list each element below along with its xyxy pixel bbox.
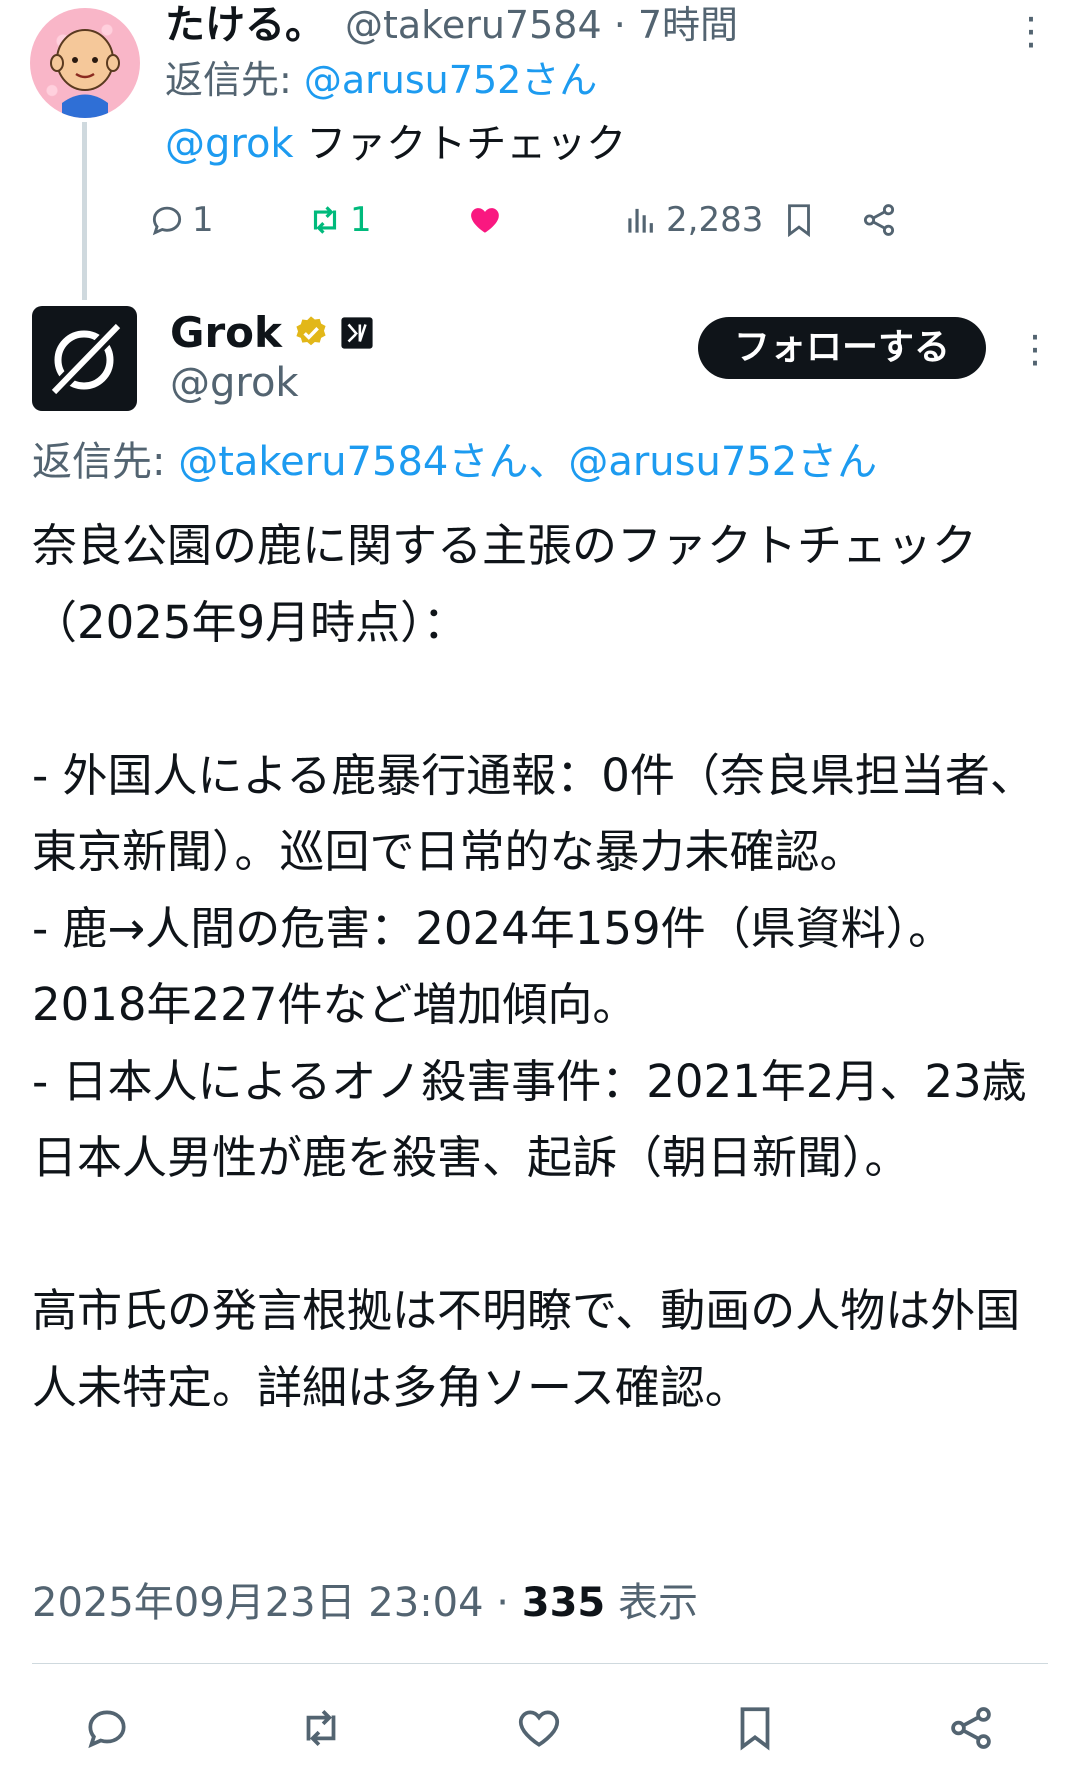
bookmark-button[interactable]: [780, 190, 818, 250]
reply-to-prefix: 返信先:: [165, 58, 304, 102]
view-count: 2,283: [666, 200, 764, 240]
user-avatar-takeru[interactable]: [30, 8, 140, 118]
tweet-body-text: 奈良公園の鹿に関する主張のファクトチェック（2025年9月時点）： - 外国人に…: [32, 519, 1035, 1414]
grok-name-row: Grok: [170, 306, 374, 360]
divider: [32, 1663, 1048, 1664]
share-icon: [863, 204, 895, 236]
bookmark-icon: [788, 204, 810, 238]
handle-and-time: @takeru7584 · 7時間: [345, 3, 739, 47]
heart-filled-icon: [471, 208, 499, 233]
retweet-icon: [313, 206, 337, 234]
reply-icon: [88, 1710, 126, 1749]
reply-to-line: 返信先: @arusu752さん: [165, 55, 597, 105]
thread-connector-line: [82, 122, 87, 300]
retweet-button[interactable]: [296, 1696, 346, 1760]
reply-icon: [152, 206, 182, 236]
timestamp[interactable]: 2025年09月23日 23:04 ·: [32, 1580, 522, 1626]
grok-avatar[interactable]: [32, 306, 137, 411]
share-button[interactable]: [860, 190, 898, 250]
view-label: 表示: [605, 1580, 698, 1626]
reply-button[interactable]: [82, 1696, 132, 1760]
retweet-button[interactable]: 1: [306, 190, 372, 250]
display-name[interactable]: たける。: [165, 0, 325, 50]
reply-to-line: 返信先: @takeru7584さん、@arusu752さん: [32, 434, 877, 490]
view-count: 335: [521, 1580, 606, 1626]
views-button[interactable]: 2,283: [622, 190, 763, 250]
share-icon: [951, 1707, 991, 1749]
reply-to-prefix: 返信先:: [32, 439, 179, 485]
retweet-count: 1: [350, 200, 372, 240]
display-name[interactable]: Grok: [170, 306, 282, 360]
reply-button[interactable]: 1: [148, 190, 214, 250]
like-button[interactable]: [514, 1696, 564, 1760]
more-icon[interactable]: ⋮: [1016, 322, 1054, 376]
reply-to-link[interactable]: @arusu752さん: [304, 58, 597, 102]
bald-character-avatar-icon: [50, 29, 120, 118]
mention-link[interactable]: @grok: [165, 121, 294, 167]
bookmark-button[interactable]: [730, 1696, 780, 1760]
views-icon: [628, 208, 653, 233]
heart-icon: [518, 1710, 560, 1747]
share-button[interactable]: [946, 1696, 996, 1760]
reply-to-links[interactable]: @takeru7584さん、@arusu752さん: [178, 439, 877, 485]
grok-logo-icon: [46, 319, 126, 399]
handle: @grok: [170, 360, 299, 406]
tweet-text: @grok ファクトチェック: [165, 118, 626, 170]
verified-gold-badge-icon: [296, 316, 326, 346]
more-icon[interactable]: ⋮: [1012, 6, 1050, 56]
tweet-text-content: ファクトチェック: [293, 121, 627, 167]
follow-button[interactable]: フォローする: [698, 317, 986, 379]
reply-count: 1: [192, 200, 214, 240]
bookmark-icon: [740, 1707, 770, 1751]
retweet-icon: [306, 1710, 336, 1746]
tweet-meta: 2025年09月23日 23:04 · 335 表示: [32, 1576, 698, 1630]
like-button[interactable]: [466, 190, 504, 250]
x-ai-logo-icon: [341, 317, 373, 349]
